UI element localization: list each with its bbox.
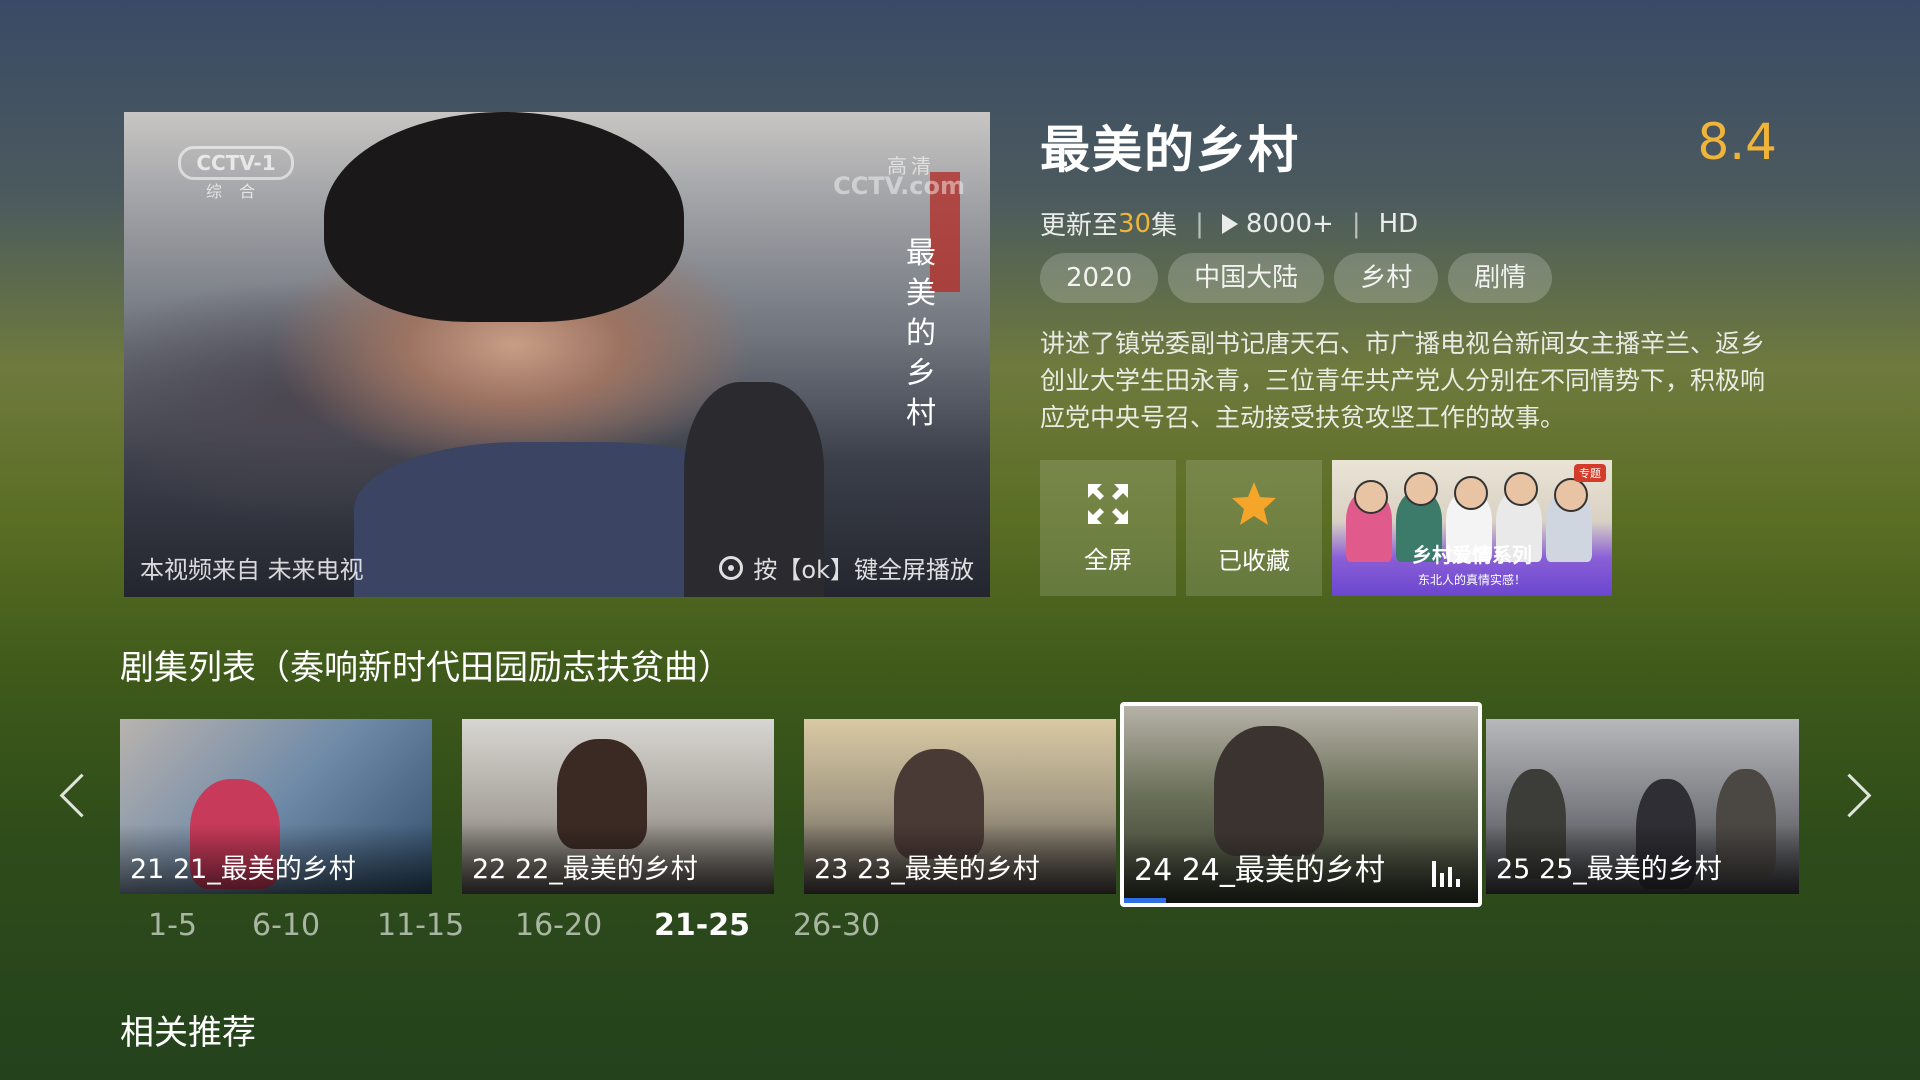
promo-banner[interactable]: 专题 乡村爱情系列 东北人的真情实感！: [1332, 460, 1612, 596]
update-prefix: 更新至: [1040, 211, 1119, 241]
range-tab[interactable]: 1-5: [148, 908, 252, 943]
update-suffix: 集: [1151, 211, 1178, 241]
range-tab[interactable]: 26-30: [793, 908, 893, 943]
promo-subtitle: 东北人的真情实感！: [1417, 573, 1526, 587]
range-tab[interactable]: 6-10: [252, 908, 377, 943]
promo-badge: 专题: [1574, 464, 1606, 482]
episode-label: 22 22_最美的乡村: [472, 854, 698, 885]
episode-card[interactable]: 21 21_最美的乡村: [120, 719, 432, 894]
fullscreen-hint: 按【ok】键全屏播放: [719, 550, 974, 585]
video-source-text: 本视频来自 未来电视: [140, 556, 364, 584]
fullscreen-hint-text: 按【ok】键全屏播放: [753, 556, 974, 584]
favorite-button[interactable]: 已收藏: [1186, 460, 1322, 596]
episode-progress-bar: [1124, 898, 1167, 903]
video-player[interactable]: CCTV-1 综 合 高清 CCTV.com 最美的乡村 本视频来自 未来电视 …: [124, 112, 990, 597]
show-score: 8.4: [1697, 113, 1777, 171]
tag-theme[interactable]: 乡村: [1334, 253, 1439, 303]
fullscreen-button[interactable]: 全屏: [1040, 460, 1176, 596]
promo-figure-head: [1504, 472, 1538, 506]
chevron-left-icon[interactable]: [59, 773, 104, 818]
episode-card[interactable]: 22 22_最美的乡村: [462, 719, 774, 894]
quality-label: HD: [1378, 208, 1419, 239]
tag-region[interactable]: 中国大陆: [1168, 253, 1325, 303]
star-icon: [1232, 481, 1276, 525]
player-vertical-title: 最美的乡村: [906, 236, 936, 431]
episode-label: 23 23_最美的乡村: [814, 854, 1040, 885]
promo-figure-head: [1454, 476, 1488, 510]
site-logo: CCTV.com: [833, 172, 965, 200]
meta-divider: |: [1195, 208, 1204, 239]
tag-genre[interactable]: 剧情: [1448, 253, 1553, 303]
episode-card-playing[interactable]: 24 24_最美的乡村: [1120, 702, 1482, 907]
promo-figure-head: [1554, 478, 1588, 512]
range-tab-selected[interactable]: 21-25: [654, 908, 793, 943]
meta-divider: |: [1351, 208, 1361, 239]
channel-logo: CCTV-1: [178, 146, 294, 180]
tag-list: 2020 中国大陆 乡村 剧情: [1040, 253, 1553, 303]
ok-button-icon: [719, 555, 744, 580]
update-count: 30: [1118, 208, 1152, 239]
tag-year[interactable]: 2020: [1040, 253, 1159, 303]
episode-label: 25 25_最美的乡村: [1496, 854, 1722, 885]
show-description: 讲述了镇党委副书记唐天石、市广播电视台新闻女主播辛兰、返乡创业大学生田永青，三位…: [1040, 329, 1766, 432]
range-tab[interactable]: 11-15: [377, 908, 515, 943]
episode-section-title: 剧集列表（奏响新时代田园励志扶贫曲）: [120, 648, 732, 688]
related-section-title: 相关推荐: [120, 1013, 256, 1053]
promo-title: 乡村爱情系列: [1412, 543, 1532, 567]
fullscreen-icon: [1088, 483, 1128, 524]
equalizer-icon: [1432, 859, 1464, 887]
play-count-icon: [1221, 213, 1238, 234]
action-row: 全屏 已收藏 专题 乡村爱情系列 东北人的真情实感！: [1040, 460, 1612, 596]
episode-label: 24 24_最美的乡村: [1134, 853, 1385, 888]
channel-sub-logo: 综 合: [206, 182, 262, 201]
promo-figure-head: [1404, 472, 1438, 506]
show-title: 最美的乡村: [1040, 121, 1300, 179]
episode-label: 21 21_最美的乡村: [130, 854, 356, 885]
episode-card[interactable]: 25 25_最美的乡村: [1486, 719, 1799, 894]
favorite-button-label: 已收藏: [1218, 546, 1290, 575]
chevron-right-icon[interactable]: [1827, 773, 1872, 818]
promo-figure-head: [1354, 480, 1388, 514]
episode-card[interactable]: 23 23_最美的乡村: [804, 719, 1116, 894]
range-tab[interactable]: 16-20: [515, 908, 654, 943]
show-meta: 更新至 30 集 | 8000+ | HD: [1040, 205, 1418, 242]
player-frame-hair: [324, 112, 684, 322]
play-count: 8000+: [1245, 208, 1334, 239]
episode-range-tabs: 1-5 6-10 11-15 16-20 21-25 26-30: [148, 908, 893, 943]
fullscreen-button-label: 全屏: [1084, 545, 1132, 574]
